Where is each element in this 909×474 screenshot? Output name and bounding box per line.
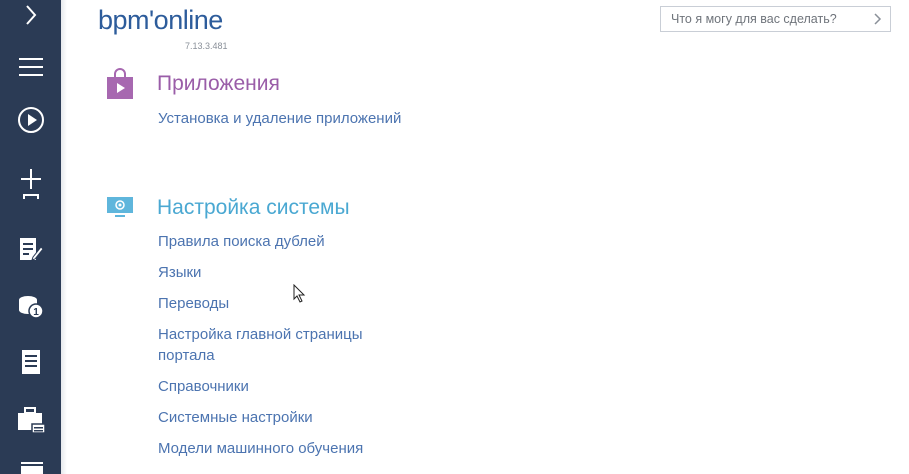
menu-icon bbox=[18, 58, 43, 76]
finance-button[interactable]: 1 bbox=[0, 284, 61, 328]
logo: bpm'online bbox=[98, 5, 223, 36]
mouse-cursor-icon bbox=[293, 284, 306, 303]
coins-badge: 1 bbox=[33, 307, 39, 318]
shopping-bag-icon bbox=[107, 68, 133, 99]
link-lookups[interactable]: Справочники bbox=[158, 376, 418, 397]
link-duplicate-rules[interactable]: Правила поиска дублей bbox=[158, 231, 418, 252]
section-title-system-settings: Настройка системы bbox=[157, 196, 350, 219]
link-languages[interactable]: Языки bbox=[158, 262, 418, 283]
edit-document-icon bbox=[19, 238, 44, 261]
link-ml-models[interactable]: Модели машинного обучения bbox=[158, 438, 418, 459]
monitor-gear-icon bbox=[107, 197, 133, 217]
sidebar-shadow bbox=[61, 0, 67, 474]
chevron-right-icon[interactable] bbox=[874, 13, 882, 25]
version-label: 7.13.3.481 bbox=[185, 41, 228, 51]
card-icon bbox=[20, 462, 43, 474]
tasks-button[interactable] bbox=[0, 228, 61, 272]
cards-button[interactable] bbox=[0, 452, 61, 474]
link-system-settings[interactable]: Системные настройки bbox=[158, 407, 418, 428]
add-button[interactable] bbox=[0, 162, 61, 206]
link-install-apps[interactable]: Установка и удаление приложений bbox=[158, 108, 418, 129]
processes-button[interactable] bbox=[0, 98, 61, 142]
logo-text: bpm'online bbox=[98, 5, 223, 35]
collapse-toggle[interactable] bbox=[0, 0, 61, 30]
chevron-right-icon bbox=[25, 5, 36, 25]
menu-button[interactable] bbox=[0, 45, 61, 89]
documents-button[interactable] bbox=[0, 340, 61, 384]
play-icon bbox=[17, 107, 44, 133]
briefcase-icon bbox=[17, 407, 46, 434]
search-input[interactable] bbox=[661, 7, 861, 31]
link-translations[interactable]: Переводы bbox=[158, 293, 418, 314]
coins-icon: 1 bbox=[18, 296, 44, 319]
document-icon bbox=[21, 350, 40, 374]
projects-button[interactable] bbox=[0, 398, 61, 442]
sidebar: 1 bbox=[0, 0, 61, 474]
add-icon bbox=[20, 169, 41, 199]
link-portal-main-page[interactable]: Настройка главной страницы портала bbox=[158, 324, 418, 366]
section-title-applications: Приложения bbox=[157, 72, 280, 95]
search-box bbox=[660, 6, 891, 32]
